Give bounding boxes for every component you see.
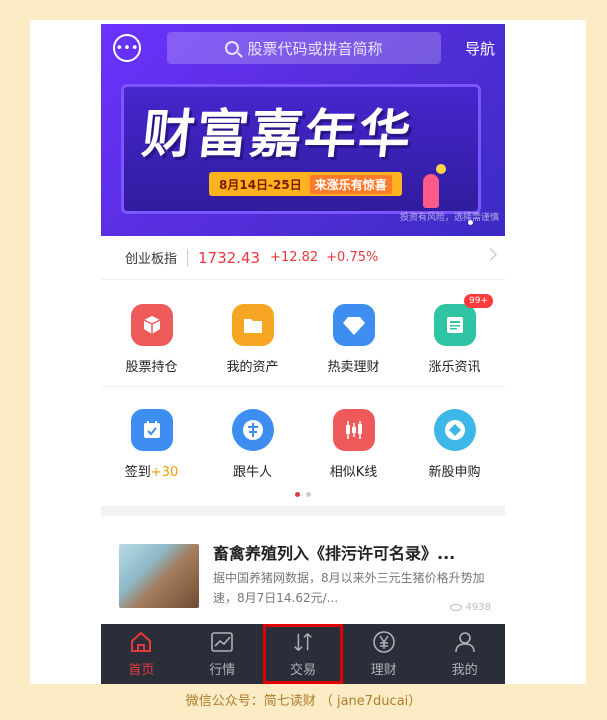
ipo-icon bbox=[433, 409, 476, 451]
grid-item-label: 我的资产 bbox=[226, 360, 279, 375]
grid-row: 签到+30 跟牛人 相似K线 新股申购 bbox=[101, 386, 505, 490]
banner-figure bbox=[423, 174, 439, 208]
grid-item-assets[interactable]: 我的资产 bbox=[202, 282, 303, 386]
tab-wealth[interactable]: 理财 bbox=[343, 624, 424, 684]
banner-indicator bbox=[468, 220, 473, 225]
chart-icon bbox=[210, 631, 234, 653]
function-grid: 股票持仓 我的资产 热卖理财 99+ 涨乐资讯 签到+30 跟牛人 相似K线 新… bbox=[101, 282, 505, 490]
banner-date: 8月14日-25日 bbox=[219, 177, 302, 192]
bull-icon bbox=[231, 409, 274, 451]
tab-label: 交易 bbox=[289, 663, 316, 678]
cube-icon bbox=[130, 304, 173, 346]
banner-figure-head bbox=[436, 164, 446, 174]
divider bbox=[187, 248, 189, 267]
grid-item-label: 股票持仓 bbox=[125, 360, 178, 375]
index-name: 创业板指 bbox=[125, 252, 178, 267]
chat-icon[interactable]: ••• bbox=[113, 34, 141, 62]
nav-button[interactable]: 导航 bbox=[465, 38, 495, 59]
news-thumbnail bbox=[119, 544, 199, 608]
search-placeholder: 股票代码或拼音简称 bbox=[247, 39, 383, 58]
pager-dot-active bbox=[295, 492, 300, 497]
pager-dot bbox=[306, 492, 311, 497]
calendar-check-icon bbox=[130, 409, 173, 451]
notification-badge: 99+ bbox=[464, 294, 493, 308]
banner-title: 财富嘉年华 bbox=[139, 105, 416, 165]
tab-label: 我的 bbox=[451, 663, 478, 678]
index-ticker[interactable]: 创业板指 1732.43 +12.82 +0.75% bbox=[101, 236, 505, 280]
checkin-label: 签到 bbox=[124, 465, 151, 480]
eye-icon bbox=[449, 604, 462, 611]
grid-item-label: 新股申购 bbox=[428, 465, 481, 480]
index-value: 1732.43 bbox=[198, 248, 261, 267]
grid-item-label: 跟牛人 bbox=[232, 465, 272, 480]
tab-market[interactable]: 行情 bbox=[182, 624, 263, 684]
person-icon bbox=[453, 631, 477, 653]
news-item[interactable]: 畜禽养殖列入《排污许可名录》... 据中国养猪网数据，8月以来外三元生猪价格升势… bbox=[101, 516, 505, 624]
checkin-points: +30 bbox=[150, 465, 179, 480]
phone-screen: ••• 股票代码或拼音简称 导航 财富嘉年华 8月14日-25日 来涨乐有惊喜 … bbox=[101, 24, 505, 684]
banner-slogan: 来涨乐有惊喜 bbox=[309, 174, 392, 194]
tab-trade[interactable]: 交易 bbox=[262, 624, 344, 684]
tab-label: 首页 bbox=[128, 663, 155, 678]
diamond-icon bbox=[332, 304, 375, 346]
grid-item-checkin[interactable]: 签到+30 bbox=[101, 387, 202, 490]
grid-item-label: 热卖理财 bbox=[327, 360, 380, 375]
newspaper-icon bbox=[433, 304, 476, 346]
footer-caption: 微信公众号：简七读财 （ jane7ducai） bbox=[185, 694, 422, 709]
view-count: 4938 bbox=[449, 602, 491, 613]
trade-arrows-icon bbox=[291, 631, 315, 653]
view-count-value: 4938 bbox=[465, 602, 491, 613]
index-change: +12.82 bbox=[270, 250, 319, 265]
grid-row: 股票持仓 我的资产 热卖理财 99+ 涨乐资讯 bbox=[101, 282, 505, 386]
grid-item-holdings[interactable]: 股票持仓 bbox=[101, 282, 202, 386]
grid-item-similar-kline[interactable]: 相似K线 bbox=[303, 387, 404, 490]
candlestick-icon bbox=[332, 409, 375, 451]
grid-item-label: 相似K线 bbox=[329, 465, 378, 480]
grid-item-news[interactable]: 99+ 涨乐资讯 bbox=[404, 282, 505, 386]
yen-icon bbox=[372, 631, 396, 653]
tab-me[interactable]: 我的 bbox=[424, 624, 505, 684]
grid-item-ipo[interactable]: 新股申购 bbox=[404, 387, 505, 490]
tab-label: 行情 bbox=[209, 663, 236, 678]
search-icon bbox=[225, 41, 240, 55]
section-divider bbox=[101, 506, 505, 516]
home-icon bbox=[129, 631, 153, 653]
grid-item-label: 签到+30 bbox=[125, 461, 178, 480]
grid-item-follow-experts[interactable]: 跟牛人 bbox=[202, 387, 303, 490]
news-headline: 畜禽养殖列入《排污许可名录》... bbox=[213, 544, 456, 563]
promo-banner[interactable]: ••• 股票代码或拼音简称 导航 财富嘉年华 8月14日-25日 来涨乐有惊喜 … bbox=[101, 24, 505, 236]
bottom-tab-bar: 首页 行情 交易 理财 我的 bbox=[101, 624, 505, 684]
tab-label: 理财 bbox=[370, 663, 397, 678]
grid-item-wealth[interactable]: 热卖理财 bbox=[303, 282, 404, 386]
grid-pager[interactable] bbox=[101, 492, 505, 497]
search-input[interactable]: 股票代码或拼音简称 bbox=[167, 32, 441, 64]
folder-icon bbox=[231, 304, 274, 346]
index-percent: +0.75% bbox=[326, 250, 379, 265]
tab-home[interactable]: 首页 bbox=[101, 624, 182, 684]
banner-date-tag: 8月14日-25日 来涨乐有惊喜 bbox=[209, 172, 402, 196]
grid-item-label: 涨乐资讯 bbox=[428, 360, 481, 375]
chevron-right-icon bbox=[484, 248, 497, 261]
banner-disclaimer: 投资有风险，选择需谨慎 bbox=[399, 213, 499, 223]
